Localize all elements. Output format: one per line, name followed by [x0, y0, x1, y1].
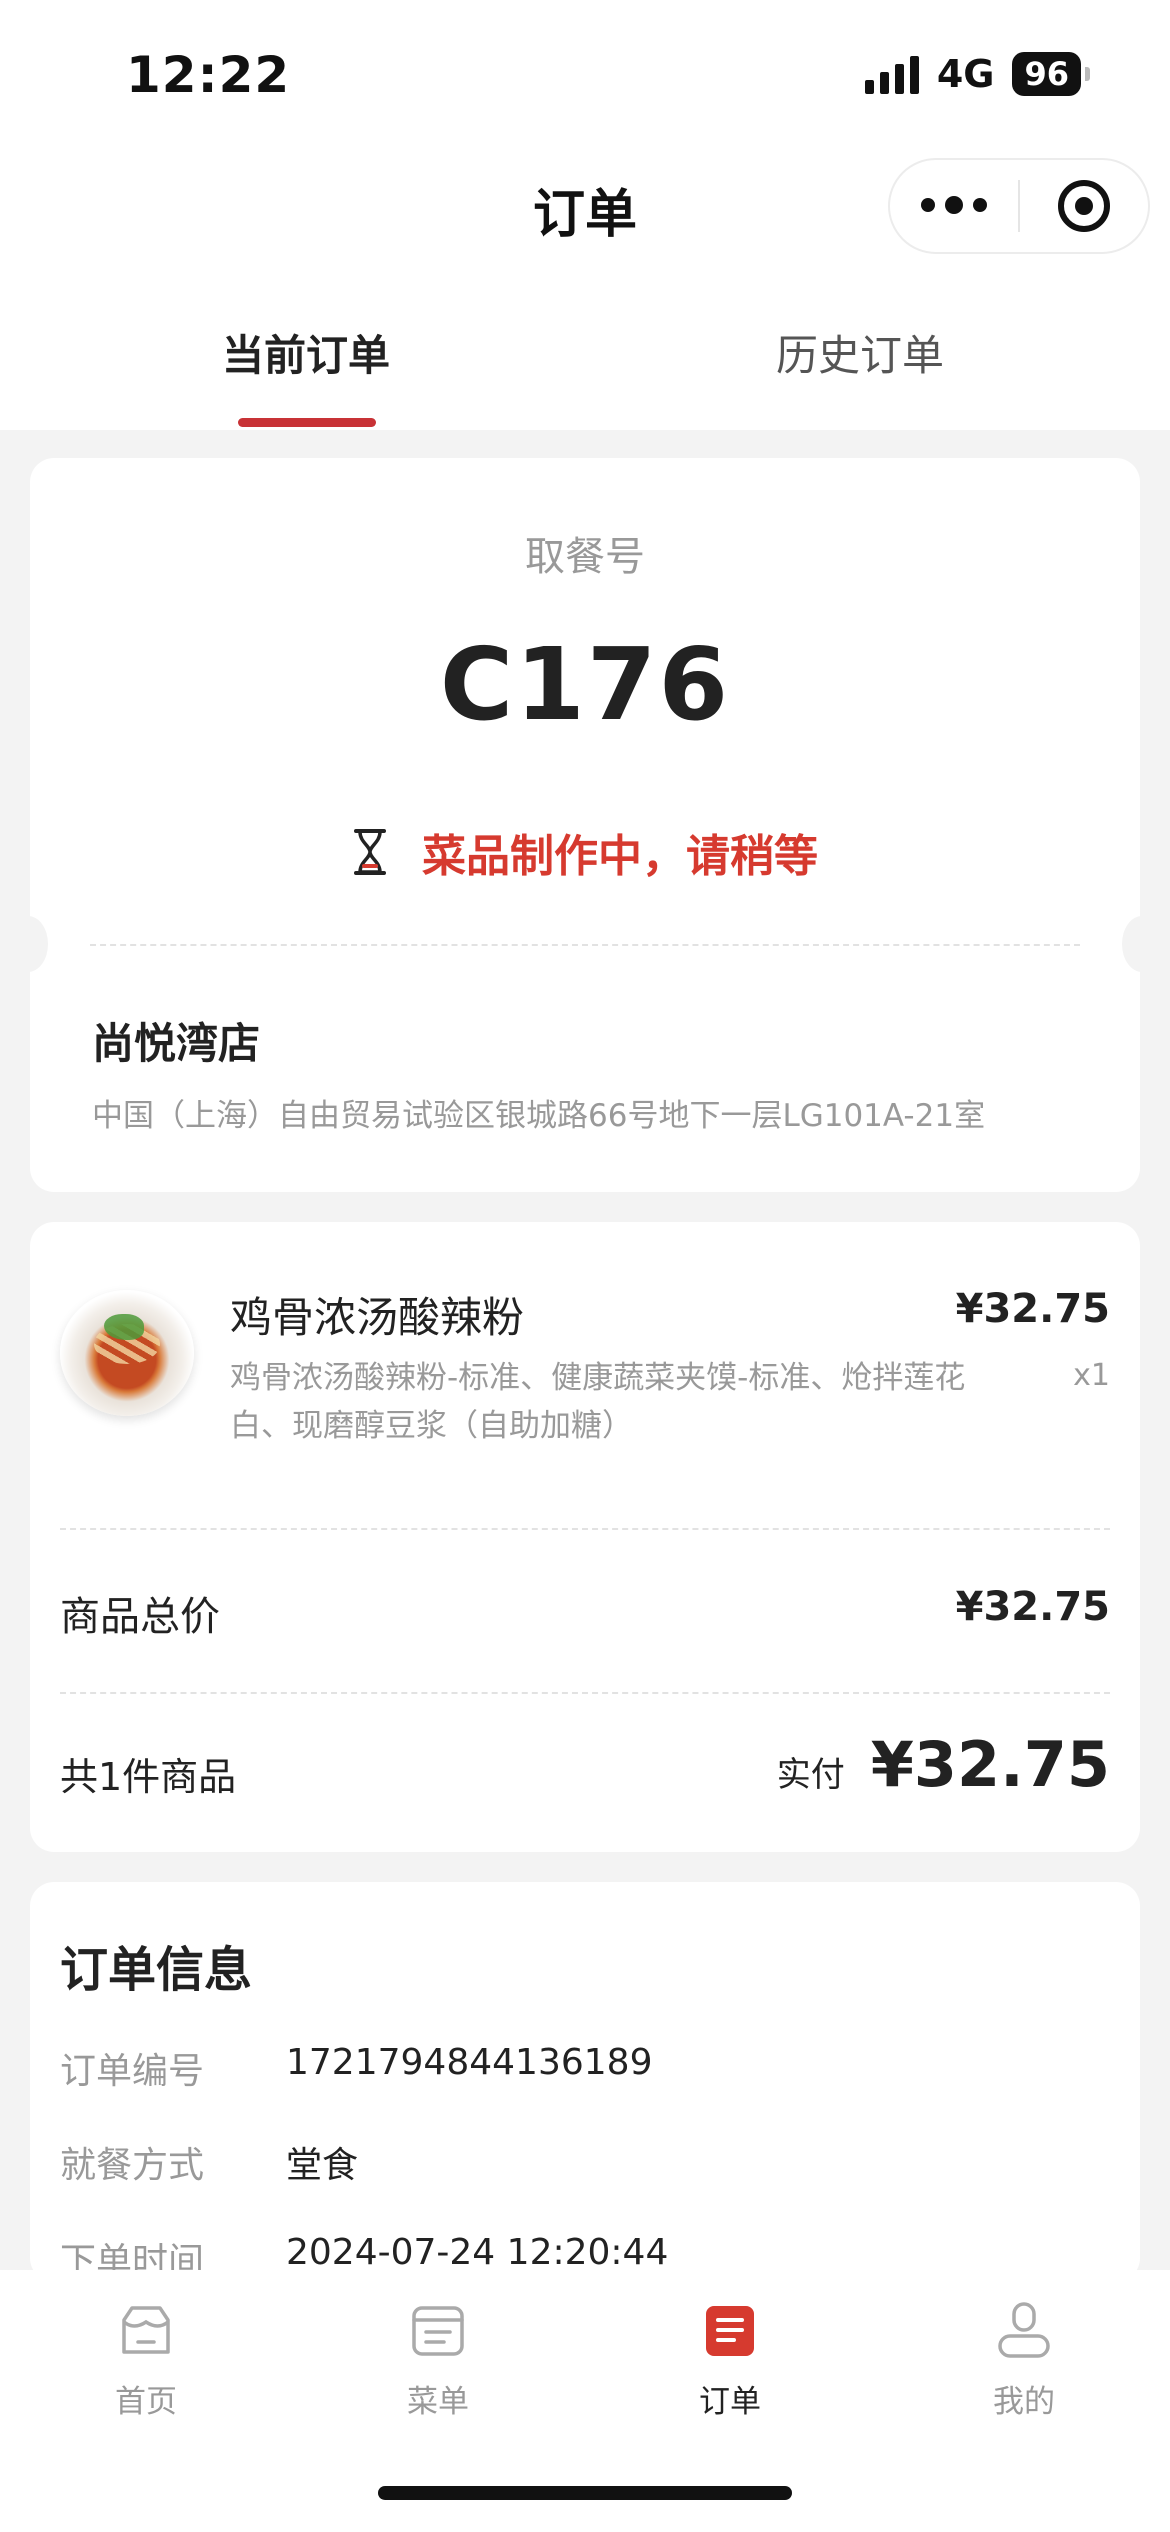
battery-icon: 96	[1012, 52, 1081, 96]
store-address: 中国（上海）自由贸易试验区银城路66号地下一层LG101A-21室	[92, 1098, 986, 1134]
food-image	[60, 1290, 194, 1416]
battery-nub	[1085, 67, 1090, 81]
paid-value: ¥32.75	[870, 1728, 1110, 1801]
info-key: 订单编号	[60, 2051, 205, 2092]
order-items-card: 鸡骨浓汤酸辣粉 ¥32.75 鸡骨浓汤酸辣粉-标准、健康蔬菜夹馍-标准、炝拌莲花…	[30, 1222, 1140, 1852]
network-type: 4G	[936, 52, 995, 96]
divider	[60, 1528, 1110, 1530]
nav-label: 我的	[993, 2384, 1055, 2420]
status-text: 菜品制作中，请稍等	[422, 831, 818, 882]
nav-item-menu[interactable]: 菜单	[358, 2300, 518, 2421]
nav-item-mine[interactable]: 我的	[944, 2300, 1104, 2421]
paid-label: 实付	[776, 1755, 845, 1795]
nav-item-order[interactable]: 订单	[650, 2300, 810, 2421]
home-indicator[interactable]	[378, 2486, 792, 2500]
more-icon[interactable]	[890, 196, 1018, 214]
nav-item-home[interactable]: 首页	[66, 2300, 226, 2421]
tab-current-orders[interactable]: 当前订单	[156, 322, 456, 383]
order-number-row: 订单编号 1721794844136189	[60, 2042, 652, 2094]
item-name: 鸡骨浓汤酸辣粉	[230, 1293, 525, 1342]
order-info-title: 订单信息	[60, 1942, 253, 1998]
profile-icon	[998, 2302, 1050, 2358]
subtotal-label: 商品总价	[60, 1594, 220, 1640]
order-icon	[706, 2306, 754, 2356]
status-indicators: 4G 96	[864, 52, 1090, 96]
order-info-card: 订单信息 订单编号 1721794844136189 就餐方式 堂食 下单时间 …	[30, 1882, 1140, 2282]
item-description: 鸡骨浓汤酸辣粉-标准、健康蔬菜夹馍-标准、炝拌莲花白、现磨醇豆浆（自助加糖）	[230, 1360, 966, 1444]
pickup-card: 取餐号 C176 菜品制作中，请稍等 尚悦湾店 中国（上海）自由贸易试验区银城路…	[8, 458, 1162, 1192]
hourglass-icon	[354, 829, 386, 875]
nav-label: 首页	[115, 2384, 177, 2420]
pickup-number: C176	[439, 626, 731, 743]
signal-icon	[864, 54, 919, 94]
divider	[90, 944, 1080, 946]
ticket-notch-right	[1122, 916, 1162, 972]
subtotal-value: ¥32.75	[955, 1584, 1110, 1630]
nav-label: 订单	[699, 2384, 761, 2420]
item-price: ¥32.75	[955, 1286, 1110, 1332]
miniprogram-capsule	[888, 158, 1150, 254]
tab-history-orders[interactable]: 历史订单	[710, 322, 1010, 383]
dining-method-row: 就餐方式 堂食	[60, 2136, 358, 2188]
active-tab-indicator	[238, 418, 376, 427]
close-target-icon[interactable]	[1020, 180, 1148, 232]
info-key: 就餐方式	[60, 2145, 205, 2186]
status-time: 12:22	[126, 46, 291, 104]
dining-method: 堂食	[286, 2145, 359, 2186]
ticket-notch-left	[8, 916, 48, 972]
order-status: 菜品制作中，请稍等	[30, 820, 1140, 884]
divider	[60, 1692, 1110, 1694]
pickup-label: 取餐号	[525, 534, 645, 580]
order-number: 1721794844136189	[286, 2042, 653, 2083]
menu-icon	[412, 2306, 464, 2356]
store-name: 尚悦湾店	[92, 1019, 261, 1068]
nav-label: 菜单	[407, 2384, 469, 2420]
home-icon	[122, 2306, 170, 2354]
item-count: 共1件商品	[60, 1755, 237, 1799]
item-quantity: x1	[1073, 1358, 1110, 1393]
paid-amount: 实付 ¥32.75	[777, 1728, 1110, 1801]
